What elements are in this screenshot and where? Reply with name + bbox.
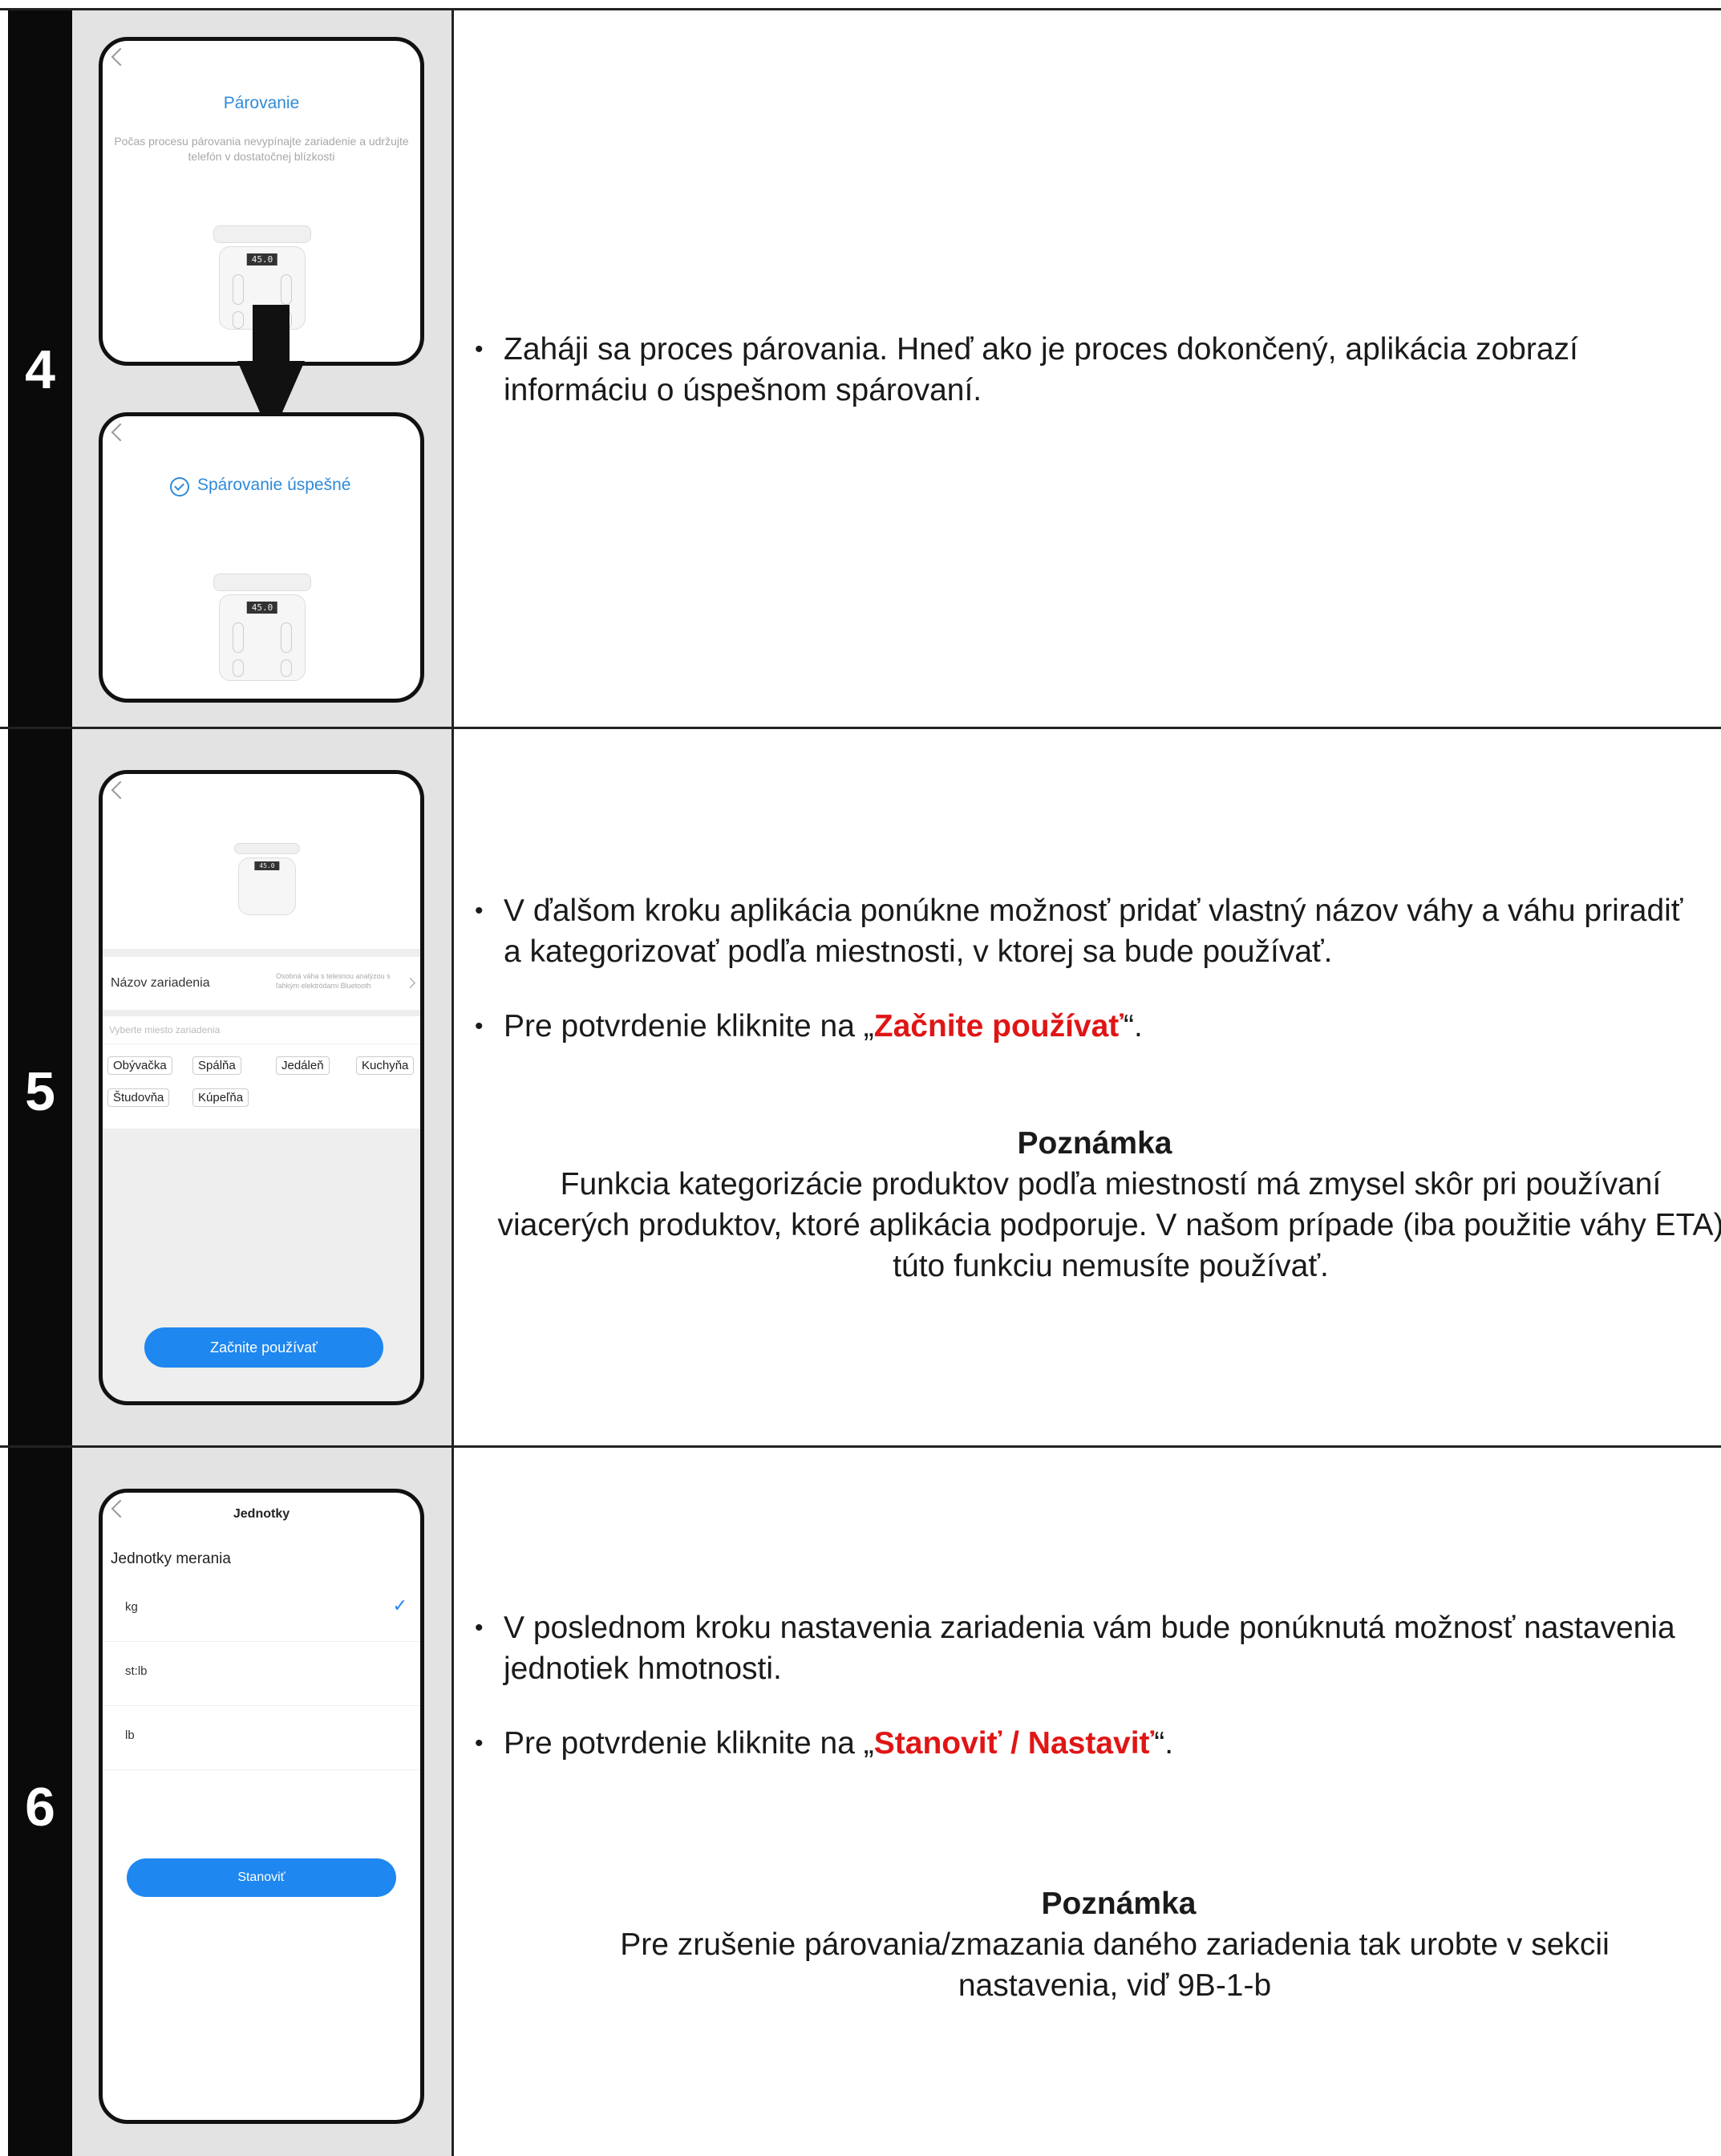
row-divider	[0, 727, 1721, 729]
device-name-label: Názov zariadenia	[111, 976, 210, 990]
device-name-row[interactable]: Názov zariadenia Osobná váha s telesnou …	[103, 957, 420, 1010]
step-4-description: Zaháji sa proces párovania. Hneď ako je …	[475, 329, 1694, 411]
start-using-button[interactable]: Začnite používať	[144, 1327, 383, 1368]
check-icon: ✓	[392, 1595, 407, 1615]
note-title: Poznámka	[1041, 1886, 1197, 1921]
chevron-left-icon[interactable]	[111, 780, 130, 800]
unit-option-kg[interactable]: kg ✓	[103, 1578, 420, 1642]
scale-image: 45.0	[213, 573, 311, 681]
room-chip[interactable]: Kuchyňa	[356, 1056, 415, 1075]
note-title: Poznámka	[1017, 1126, 1172, 1161]
row-divider	[0, 1445, 1721, 1448]
step-number: 5	[25, 1061, 55, 1122]
room-chip[interactable]: Spálňa	[192, 1056, 241, 1075]
chevron-left-icon[interactable]	[111, 423, 130, 442]
phone-screen-units: Jednotky Jednotky merania kg ✓ st:lb lb …	[99, 1489, 424, 2124]
room-chip[interactable]: Kúpeľňa	[192, 1088, 249, 1107]
room-prompt: Vyberte miesto zariadenia	[109, 1024, 221, 1035]
highlight-button-name: Začnite používať	[873, 1009, 1124, 1044]
step-6-bullet-1: V poslednom kroku nastavenia zariadenia …	[475, 1607, 1694, 1689]
unit-option-stlb[interactable]: st:lb	[103, 1642, 420, 1706]
column-divider	[452, 10, 454, 2156]
step-5-bullet-1: V ďalšom kroku aplikácia ponúkne možnosť…	[475, 890, 1694, 972]
note-body: Pre zrušenie párovania/zmazania daného z…	[620, 1927, 1610, 2003]
highlight-button-name: Stanoviť / Nastaviť	[873, 1726, 1155, 1761]
room-chip[interactable]: Obývačka	[107, 1056, 172, 1075]
device-name-hint: Osobná váha s telesnou analýzou s ľahkým…	[276, 972, 391, 990]
units-section-title: Jednotky merania	[111, 1550, 231, 1567]
room-chip[interactable]: Jedáleň	[276, 1056, 330, 1075]
screen-subtitle: Počas procesu párovania nevypínajte zari…	[114, 135, 409, 163]
scale-display: 45.0	[246, 253, 278, 265]
row-divider	[0, 8, 1721, 10]
scale-display: 45.0	[254, 861, 280, 870]
step-number: 6	[25, 1777, 55, 1838]
scale-display: 45.0	[246, 602, 278, 614]
room-picker: Vyberte miesto zariadenia Obývačka Spálň…	[103, 1016, 420, 1129]
step-5-bullet-2: Pre potvrdenie kliknite na „Začnite použ…	[475, 1006, 1694, 1047]
phone-screen-paired: Spárovanie úspešné 45.0	[99, 412, 424, 703]
step-6-bullet-2: Pre potvrdenie kliknite na „Stanoviť / N…	[475, 1723, 1694, 1764]
pairing-success-text: Spárovanie úspešné	[197, 476, 351, 494]
phone-screen-device-setup: 45.0 Názov zariadenia Osobná váha s tele…	[99, 770, 424, 1405]
chevron-left-icon[interactable]	[111, 47, 130, 67]
step-number: 4	[25, 339, 55, 400]
set-button[interactable]: Stanoviť	[127, 1858, 396, 1897]
scale-image: 45.0	[234, 843, 300, 915]
screen-header: Jednotky	[233, 1507, 290, 1521]
note-body: Funkcia kategorizácie produktov podľa mi…	[497, 1167, 1721, 1283]
unit-option-lb[interactable]: lb	[103, 1706, 420, 1770]
check-circle-icon	[170, 477, 189, 496]
screen-title: Párovanie	[223, 94, 300, 112]
room-chip[interactable]: Študovňa	[107, 1088, 170, 1107]
